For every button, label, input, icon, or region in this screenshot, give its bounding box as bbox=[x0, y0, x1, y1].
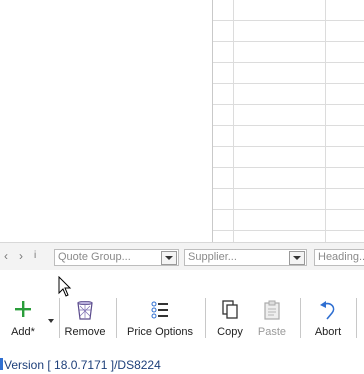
copy-label: Copy bbox=[217, 326, 243, 338]
action-toolbar: Add* Remove Price Options Copy Paste Abo… bbox=[0, 270, 364, 344]
abort-button[interactable]: Abort bbox=[308, 296, 348, 340]
previous-arrow-icon[interactable]: ‹ bbox=[4, 249, 8, 263]
chevron-down-icon[interactable] bbox=[161, 251, 177, 265]
price-options-label: Price Options bbox=[126, 326, 194, 338]
heading-placeholder: Heading... bbox=[318, 251, 364, 263]
status-bar: Version [ 18.0.7171 ]/DS8224 bbox=[0, 352, 364, 374]
data-grid[interactable] bbox=[212, 0, 364, 242]
heading-select[interactable]: Heading... bbox=[314, 249, 364, 266]
status-marker bbox=[0, 358, 3, 370]
supplier-select[interactable]: Supplier... bbox=[184, 249, 307, 266]
remove-button[interactable]: Remove bbox=[62, 296, 108, 340]
mouse-pointer-icon bbox=[58, 275, 72, 301]
supplier-placeholder: Supplier... bbox=[188, 251, 237, 263]
toolbar-divider bbox=[59, 298, 60, 338]
wastebasket-icon bbox=[76, 300, 94, 323]
toolbar-divider bbox=[356, 298, 357, 338]
list-options-icon bbox=[150, 300, 170, 323]
add-label: Add* bbox=[11, 326, 35, 338]
toolbar-divider bbox=[116, 298, 117, 338]
undo-arrow-icon bbox=[318, 300, 338, 323]
clipboard-icon bbox=[263, 300, 281, 323]
content-pane bbox=[0, 0, 212, 242]
copy-button[interactable]: Copy bbox=[212, 296, 248, 340]
info-icon[interactable]: i bbox=[34, 250, 36, 261]
filter-bar: ‹ › i Quote Group... Supplier... Heading… bbox=[0, 242, 364, 271]
grid-column-divider bbox=[325, 0, 326, 242]
copy-icon bbox=[221, 300, 239, 323]
add-dropdown-button[interactable] bbox=[44, 296, 58, 340]
paste-label: Paste bbox=[257, 326, 287, 338]
price-options-button[interactable]: Price Options bbox=[122, 296, 198, 340]
abort-label: Abort bbox=[314, 326, 342, 338]
quote-group-placeholder: Quote Group... bbox=[58, 251, 131, 263]
remove-label: Remove bbox=[64, 326, 106, 338]
grid-column-divider bbox=[233, 0, 234, 242]
quote-group-select[interactable]: Quote Group... bbox=[54, 249, 179, 266]
plus-icon bbox=[14, 300, 32, 321]
paste-button[interactable]: Paste bbox=[252, 296, 292, 340]
chevron-down-icon bbox=[48, 314, 54, 326]
next-arrow-icon[interactable]: › bbox=[19, 249, 23, 263]
toolbar-divider bbox=[300, 298, 301, 338]
add-button[interactable]: Add* bbox=[6, 296, 40, 340]
chevron-down-icon[interactable] bbox=[289, 251, 305, 265]
toolbar-divider bbox=[205, 298, 206, 338]
version-text: Version [ 18.0.7171 ]/DS8224 bbox=[4, 358, 161, 372]
